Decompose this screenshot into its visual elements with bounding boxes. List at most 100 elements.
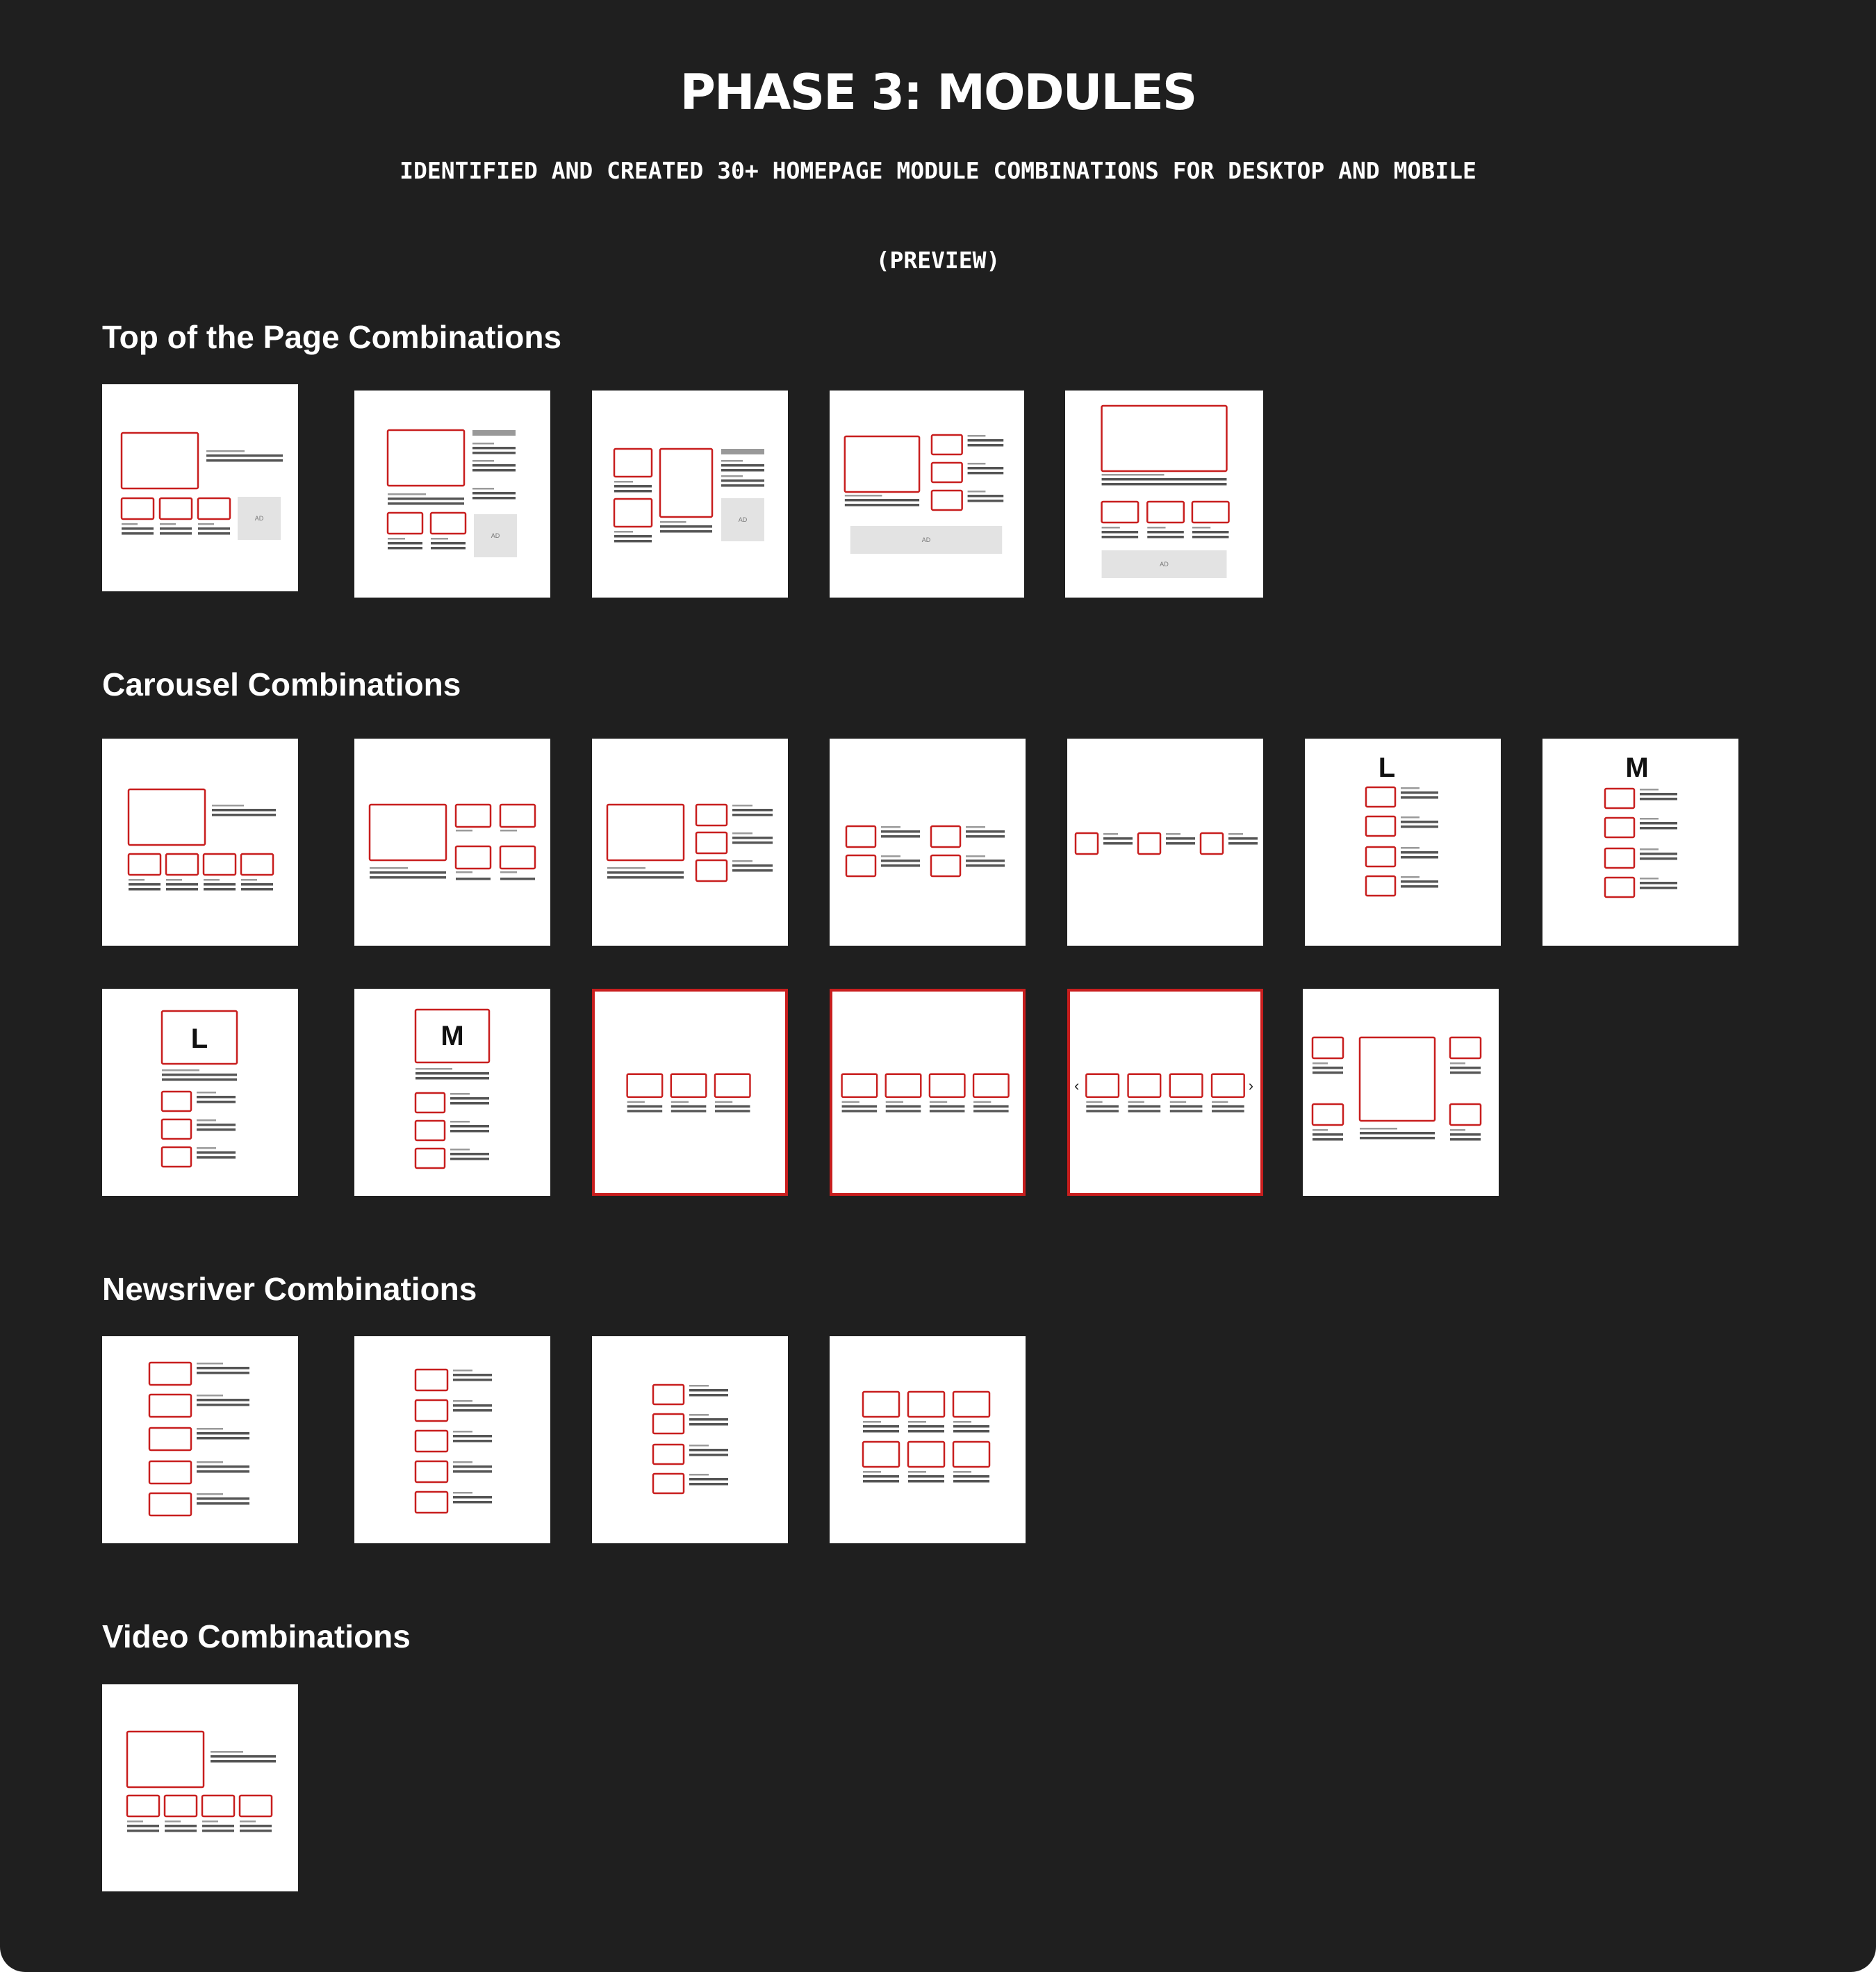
text-line bbox=[453, 1501, 492, 1504]
text-line bbox=[1640, 822, 1677, 825]
module-card[interactable] bbox=[1067, 739, 1263, 946]
module-wireframe bbox=[368, 803, 536, 880]
text-line bbox=[415, 1072, 489, 1075]
text-line bbox=[127, 1825, 159, 1827]
text-line bbox=[450, 1153, 489, 1156]
text-line bbox=[1313, 1133, 1343, 1136]
size-label-medium: M bbox=[1625, 753, 1648, 783]
text-line bbox=[953, 1425, 989, 1428]
text-line bbox=[431, 538, 448, 540]
image-placeholder bbox=[841, 1073, 878, 1099]
text-line bbox=[721, 479, 764, 482]
image-placeholder bbox=[972, 1073, 1010, 1099]
module-card[interactable]: AD bbox=[830, 391, 1024, 598]
text-line bbox=[721, 464, 764, 467]
text-line bbox=[1166, 842, 1195, 845]
text-line bbox=[165, 1825, 197, 1827]
text-line bbox=[908, 1421, 926, 1423]
text-line bbox=[689, 1385, 709, 1387]
text-line bbox=[967, 495, 1004, 498]
module-card[interactable] bbox=[1303, 989, 1499, 1196]
image-placeholder bbox=[414, 1092, 446, 1114]
module-card[interactable] bbox=[102, 1336, 298, 1543]
text-line bbox=[370, 876, 446, 879]
text-line bbox=[1212, 1101, 1228, 1103]
module-wireframe: AD bbox=[386, 429, 517, 557]
image-placeholder bbox=[454, 803, 492, 828]
image-placeholder bbox=[930, 854, 962, 878]
text-line bbox=[1228, 842, 1258, 845]
module-card[interactable] bbox=[102, 739, 298, 946]
module-card[interactable] bbox=[102, 1684, 298, 1891]
text-line bbox=[450, 1093, 470, 1095]
text-line bbox=[908, 1475, 944, 1478]
text-line bbox=[607, 871, 684, 874]
canvas: PHASE 3: MODULES IDENTIFIED AND CREATED … bbox=[0, 0, 1876, 1972]
text-line bbox=[863, 1430, 899, 1433]
module-wireframe: M bbox=[1604, 753, 1677, 898]
text-line bbox=[197, 1096, 236, 1099]
module-card[interactable]: ‹ › bbox=[1067, 989, 1263, 1196]
module-wireframe bbox=[626, 1073, 751, 1112]
text-line bbox=[670, 1101, 689, 1103]
text-line bbox=[204, 879, 220, 881]
module-card[interactable]: M bbox=[354, 989, 550, 1196]
text-line bbox=[450, 1102, 489, 1105]
section-title-carousel: Carousel Combinations bbox=[102, 666, 461, 702]
image-placeholder bbox=[165, 853, 199, 876]
module-wireframe: L bbox=[161, 1010, 238, 1168]
text-line bbox=[197, 1432, 249, 1435]
module-card[interactable]: L bbox=[1305, 739, 1501, 946]
text-line bbox=[165, 1830, 197, 1832]
module-card[interactable]: AD bbox=[354, 391, 550, 598]
text-line bbox=[881, 830, 920, 833]
text-line bbox=[204, 883, 236, 886]
text-line bbox=[453, 1431, 472, 1433]
text-line bbox=[885, 1101, 904, 1103]
text-line bbox=[122, 527, 154, 530]
text-line bbox=[1401, 885, 1438, 888]
image-placeholder bbox=[1311, 1103, 1344, 1126]
text-line bbox=[456, 871, 472, 873]
module-card[interactable] bbox=[830, 739, 1026, 946]
text-line bbox=[1450, 1067, 1481, 1069]
text-line bbox=[627, 1110, 663, 1112]
image-placeholder bbox=[930, 825, 962, 848]
text-line bbox=[453, 1374, 492, 1377]
module-card[interactable]: M bbox=[1542, 739, 1738, 946]
module-wireframe bbox=[414, 1368, 492, 1514]
text-line bbox=[453, 1435, 492, 1438]
text-line bbox=[1360, 1132, 1435, 1135]
image-placeholder bbox=[613, 498, 653, 528]
module-card[interactable] bbox=[354, 1336, 550, 1543]
text-line bbox=[388, 542, 422, 545]
text-line bbox=[614, 540, 652, 543]
text-line bbox=[127, 1830, 159, 1832]
module-card[interactable] bbox=[354, 739, 550, 946]
module-card[interactable] bbox=[592, 739, 788, 946]
image-placeholder bbox=[862, 1390, 900, 1418]
module-card[interactable]: AD bbox=[102, 384, 298, 591]
text-line bbox=[967, 463, 986, 465]
module-card[interactable] bbox=[830, 1336, 1026, 1543]
module-card[interactable]: L bbox=[102, 989, 298, 1196]
module-card[interactable]: AD bbox=[1065, 391, 1263, 598]
text-line bbox=[908, 1480, 944, 1483]
module-card[interactable] bbox=[592, 1336, 788, 1543]
text-line bbox=[197, 1128, 236, 1131]
text-line bbox=[881, 860, 920, 862]
text-line bbox=[388, 498, 464, 500]
text-line bbox=[863, 1471, 881, 1473]
module-card[interactable] bbox=[830, 989, 1026, 1196]
module-card[interactable]: AD bbox=[592, 391, 788, 598]
text-line bbox=[689, 1474, 709, 1476]
image-placeholder bbox=[1449, 1103, 1482, 1126]
text-line bbox=[881, 835, 920, 838]
text-line bbox=[206, 459, 283, 462]
text-line bbox=[614, 485, 652, 488]
module-card[interactable] bbox=[592, 989, 788, 1196]
module-wireframe bbox=[652, 1383, 728, 1495]
text-line bbox=[689, 1483, 728, 1486]
text-line bbox=[162, 1078, 237, 1081]
image-placeholder bbox=[161, 1118, 192, 1140]
